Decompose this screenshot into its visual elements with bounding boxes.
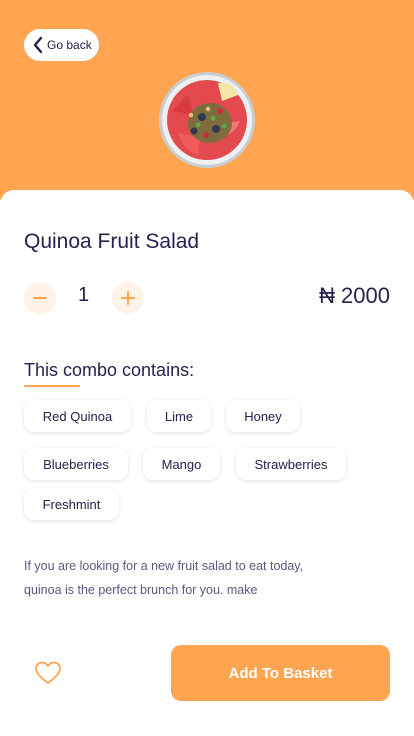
- decrease-quantity-button[interactable]: [24, 282, 56, 314]
- ingredient-chip: Red Quinoa: [24, 400, 131, 432]
- product-title: Quinoa Fruit Salad: [24, 230, 200, 253]
- ingredient-chip: Mango: [143, 448, 220, 480]
- fruit-salad-image: [159, 72, 255, 168]
- ingredient-chip: Strawberries: [236, 448, 346, 480]
- currency-symbol: ₦: [319, 283, 336, 308]
- heart-icon[interactable]: [34, 660, 62, 686]
- ingredient-chip: Lime: [147, 400, 211, 432]
- ingredient-chip: Blueberries: [24, 448, 128, 480]
- chevron-left-icon: [33, 36, 43, 54]
- quantity-value: 1: [78, 284, 90, 306]
- price-value: 2000: [341, 283, 390, 308]
- section-underline: [24, 385, 80, 387]
- description-line: If you are looking for a new fruit salad…: [24, 559, 304, 573]
- go-back-label: Go back: [47, 38, 92, 52]
- plus-icon: [121, 291, 135, 305]
- combo-section-title: This combo contains:: [24, 360, 195, 380]
- go-back-button[interactable]: Go back: [24, 29, 99, 61]
- product-price: ₦ 2000: [319, 283, 390, 309]
- add-to-basket-button[interactable]: Add To Basket: [171, 645, 390, 701]
- product-description: If you are looking for a new fruit salad…: [24, 554, 354, 602]
- minus-icon: [33, 297, 47, 299]
- ingredient-chip: Freshmint: [24, 488, 119, 520]
- ingredient-chip: Honey: [226, 400, 300, 432]
- description-line: quinoa is the perfect brunch for you. ma…: [24, 583, 258, 597]
- increase-quantity-button[interactable]: [112, 282, 144, 314]
